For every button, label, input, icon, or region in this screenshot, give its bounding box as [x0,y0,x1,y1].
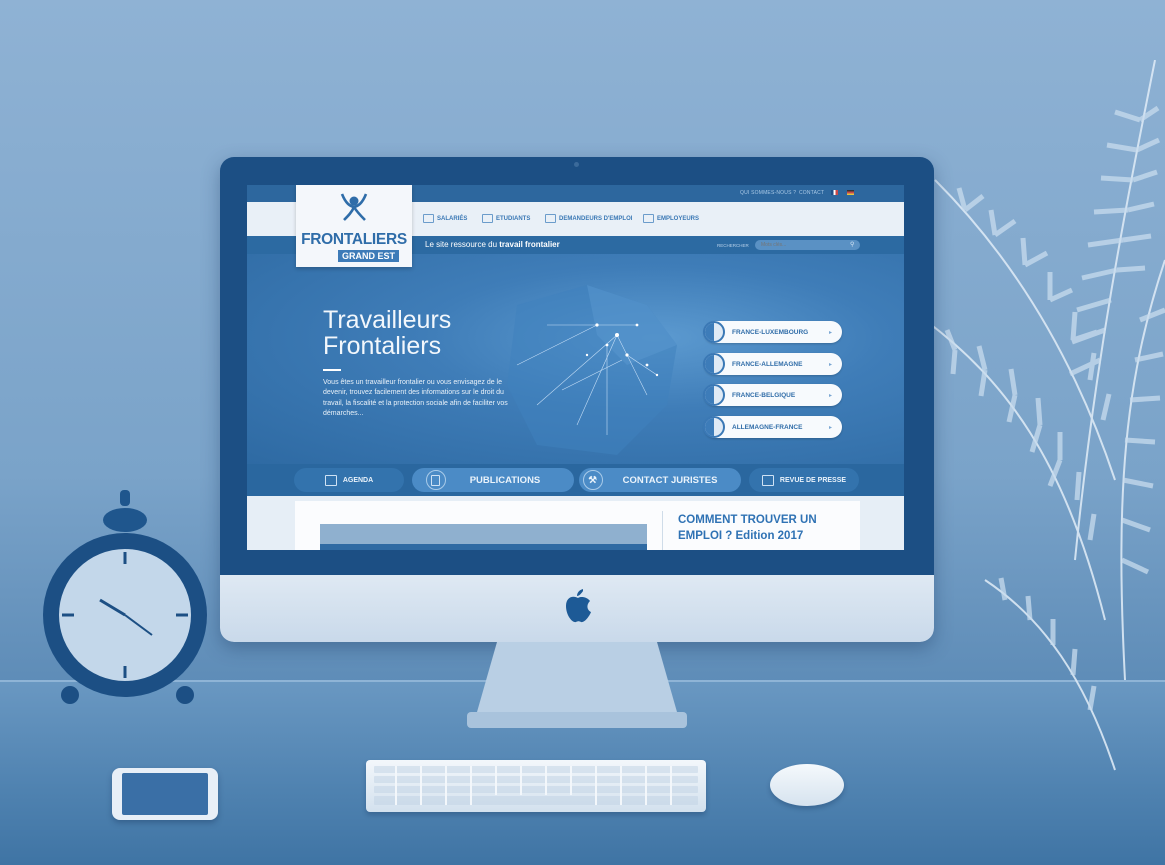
id-card-icon [545,214,556,223]
smartphone-screen [122,773,208,815]
search-input[interactable] [755,240,860,250]
region-flag-icon [703,384,725,406]
alarm-clock [43,490,207,704]
region-france-belgique[interactable]: FRANCE-BELGIQUE ▸ [703,384,842,406]
publications-button[interactable]: PUBLICATIONS [412,468,574,492]
chevron-right-icon: ▸ [828,361,832,368]
document-icon [425,470,446,490]
logo-text: FRONTALIERS [301,231,407,248]
newspaper-icon [761,474,774,486]
chevron-right-icon: ▸ [828,424,832,431]
revue-de-presse-button[interactable]: REVUE DE PRESSE [749,468,859,492]
region-france-luxembourg[interactable]: FRANCE-LUXEMBOURG ▸ [703,321,842,343]
hero-title-line2: Frontaliers [323,332,442,360]
website-screen: QUI SOMMES-NOUS ? CONTACT SALARIÉS ETUDI… [247,185,904,550]
border-map-graphic [507,285,677,455]
region-label: FRANCE-BELGIQUE [732,391,796,399]
flag-de-icon[interactable] [847,190,854,195]
graduation-cap-icon [482,214,493,223]
nav-item-employeurs[interactable]: EMPLOYEURS [643,214,699,223]
article-title[interactable]: COMMENT TROUVER UN EMPLOI ? Edition 2017 [678,512,828,544]
region-flag-icon [703,353,725,375]
camera [574,162,579,167]
person-jumping-icon [340,193,368,221]
contact-juristes-button[interactable]: ⚒ CONTACT JURISTES [579,468,741,492]
agenda-label: AGENDA [342,476,374,484]
hero-description: Vous êtes un travailleur frontalier ou v… [323,379,508,418]
article-title-line1: COMMENT TROUVER UN [678,514,817,526]
tagline-emphasis: travail frontalier [499,240,560,249]
keyboard [366,760,706,812]
region-label: ALLEMAGNE-FRANCE [732,423,803,431]
chevron-right-icon: ▸ [828,329,832,336]
region-label: FRANCE-LUXEMBOURG [732,328,809,336]
chevron-right-icon: ▸ [828,392,832,399]
keyboard-keys [374,766,698,805]
mouse [770,764,844,806]
region-label: FRANCE-ALLEMAGNE [732,360,803,368]
nav-label: EMPLOYEURS [657,215,700,222]
tagline: Le site ressource du travail frontalier [425,240,560,249]
search-label: RECHERCHER [717,243,749,248]
hero-title-line1: Travailleurs [323,306,452,334]
contact-link[interactable]: CONTACT [799,190,824,196]
hero-title: Travailleurs Frontaliers [323,307,563,359]
apple-logo-icon [566,589,591,623]
nav-item-etudiants[interactable]: ETUDIANTS [482,214,530,223]
about-link[interactable]: QUI SOMMES-NOUS ? [740,190,796,196]
contact-juristes-label: CONTACT JURISTES [622,474,718,486]
nav-item-demandeurs[interactable]: DEMANDEURS D'EMPLOI [545,214,632,223]
hero-divider [323,369,341,371]
article-image-strip [320,544,647,550]
agenda-button[interactable]: AGENDA [294,468,404,492]
nav-label: DEMANDEURS D'EMPLOI [559,215,633,222]
revue-de-presse-label: REVUE DE PRESSE [779,476,847,484]
site-logo[interactable]: FRONTALIERS GRAND EST [296,185,412,267]
flag-fr-icon[interactable] [831,190,838,195]
tagline-prefix: Le site ressource du [425,240,500,249]
gavel-icon: ⚒ [582,470,603,490]
region-france-allemagne[interactable]: FRANCE-ALLEMAGNE ▸ [703,353,842,375]
people-icon [643,214,654,223]
monitor-stand [467,642,687,728]
calendar-icon [324,474,337,486]
search-icon[interactable]: ⚲ [850,241,854,248]
region-flag-icon [703,321,725,343]
briefcase-icon [423,214,434,223]
region-allemagne-france[interactable]: ALLEMAGNE-FRANCE ▸ [703,416,842,438]
nav-item-salaries[interactable]: SALARIÉS [423,214,467,223]
nav-label: SALARIÉS [437,215,468,222]
article-title-line2: EMPLOI ? Edition 2017 [678,530,804,542]
card-divider [662,511,663,550]
logo-subtext: GRAND EST [338,250,400,262]
nav-label: ETUDIANTS [496,215,531,222]
publications-label: PUBLICATIONS [469,474,541,486]
region-flag-icon [703,416,725,438]
fern-plant [925,60,1165,771]
